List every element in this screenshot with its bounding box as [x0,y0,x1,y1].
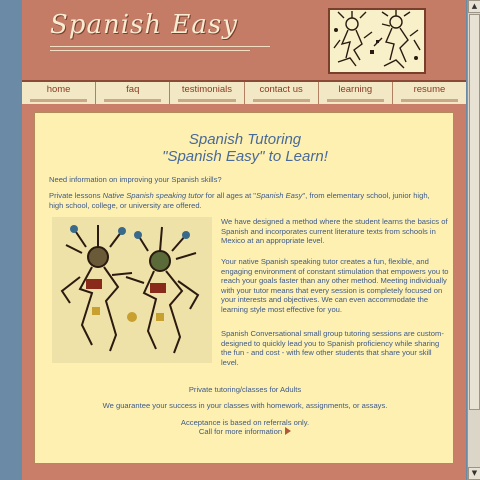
private-lessons-d: Spanish Easy [256,191,303,200]
page-footer [22,464,466,480]
call-link-row: Call for more information [35,427,455,437]
call-for-info-link[interactable]: Call for more information [199,427,282,436]
private-lessons-c: for all ages at " [203,191,257,200]
nav-contact-us[interactable]: contact us [245,82,319,104]
private-lessons-text: Private lessons Native Spanish speaking … [49,191,445,210]
adults-text: Private tutoring/classes for Adults [188,385,302,394]
nav-learning[interactable]: learning [319,82,393,104]
vertical-scrollbar[interactable]: ▲ ▼ [467,0,480,480]
site-logo[interactable]: Spanish Easy [50,10,238,40]
page-frame: Spanish Easy home faq testimonials conta… [22,0,466,480]
nav-testimonials[interactable]: testimonials [170,82,245,104]
nav-faq[interactable]: faq [96,82,171,104]
logo-underline [50,46,270,47]
intro-question: Need information on improving your Spani… [49,175,222,184]
method-paragraph: We have designed a method where the stud… [221,217,448,246]
page-title: Spanish Tutoring [188,131,302,148]
nav-resume[interactable]: resume [393,82,466,104]
aztec-warriors-illustration-icon [52,217,212,363]
private-lessons-a: Private lessons [49,191,103,200]
private-lessons-b: Native Spanish speaking tutor [102,191,204,200]
scroll-up-icon[interactable]: ▲ [468,0,480,13]
nav-home[interactable]: home [22,82,97,104]
main-navigation: home faq testimonials contact us learnin… [22,82,466,104]
groups-paragraph: Spanish Conversational small group tutor… [221,329,444,367]
page-subtitle: "Spanish Easy" to Learn! [162,148,328,165]
guarantee-text: We guarantee your success in your classe… [102,401,388,410]
scroll-down-icon[interactable]: ▼ [468,467,480,480]
nav-divider [22,104,466,112]
site-banner: Spanish Easy [22,0,466,82]
logo-underline-2 [50,50,250,51]
tutor-paragraph: Your native Spanish speaking tutor creat… [221,257,449,314]
aztec-emblem-icon [328,8,426,74]
scroll-thumb[interactable] [469,14,480,410]
right-arrow-icon[interactable] [285,427,292,435]
main-content: Spanish Tutoring "Spanish Easy" to Learn… [34,112,454,464]
